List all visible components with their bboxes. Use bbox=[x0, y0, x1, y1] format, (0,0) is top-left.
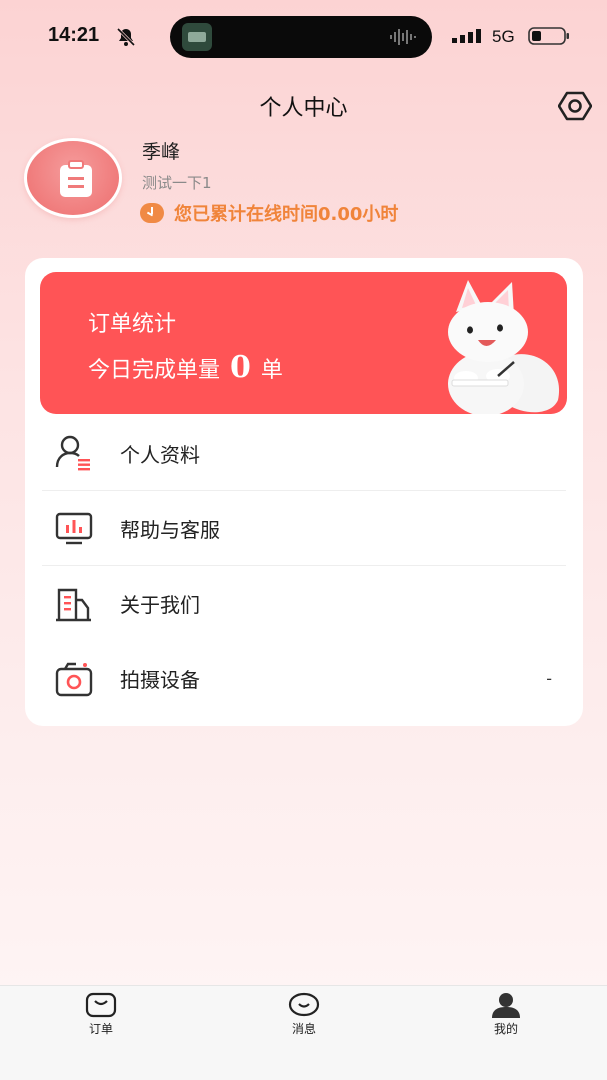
tab-label: 我的 bbox=[493, 1022, 518, 1036]
today-completed-row: 今日完成单量 0 单 bbox=[88, 350, 283, 385]
audio-wave-icon bbox=[390, 29, 416, 45]
fox-mascot-illustration bbox=[448, 280, 560, 414]
signal-icon bbox=[452, 29, 481, 43]
bottom-tab-bar: 订单 消息 我的 bbox=[0, 985, 607, 1080]
settings-icon[interactable] bbox=[558, 90, 592, 122]
tab-orders[interactable]: 订单 bbox=[61, 992, 141, 1037]
menu-item-label: 拍摄设备 bbox=[120, 668, 200, 692]
menu-item-label: 帮助与客服 bbox=[120, 517, 220, 542]
online-time-row: 您已累计在线时间0.00小时 bbox=[140, 200, 398, 226]
tab-mine[interactable]: 我的 bbox=[466, 992, 546, 1037]
user-subtitle: 测试一下1 bbox=[142, 174, 212, 192]
tab-label: 订单 bbox=[88, 1022, 113, 1036]
today-completed-count: 0 bbox=[230, 350, 251, 385]
menu-item-label: 关于我们 bbox=[120, 593, 200, 617]
tab-messages[interactable]: 消息 bbox=[264, 992, 344, 1037]
menu-item-about[interactable]: 关于我们 bbox=[42, 566, 566, 641]
bell-off-icon bbox=[116, 27, 136, 47]
today-completed-unit: 单 bbox=[260, 358, 283, 383]
order-stats-banner[interactable]: 订单统计 今日完成单量 0 单 bbox=[40, 272, 567, 414]
today-completed-label: 今日完成单量 bbox=[88, 358, 221, 383]
status-time: 14:21 bbox=[48, 24, 100, 46]
media-thumbnail bbox=[182, 23, 212, 51]
clock-icon bbox=[140, 203, 164, 223]
building-icon bbox=[56, 588, 91, 621]
menu-item-profile[interactable]: 个人资料 bbox=[42, 416, 566, 491]
user-name: 季峰 bbox=[142, 141, 181, 163]
dynamic-island[interactable] bbox=[170, 16, 432, 58]
tab-label: 消息 bbox=[291, 1022, 316, 1036]
menu-item-label: 个人资料 bbox=[120, 442, 200, 467]
network-type: 5G bbox=[492, 27, 515, 46]
main-card: 订单统计 今日完成单量 0 单 个人资料 帮助与客服 关于我们 拍摄设备 - bbox=[25, 258, 583, 726]
order-icon bbox=[85, 992, 117, 1018]
person-icon bbox=[492, 993, 520, 1018]
monitor-chart-icon bbox=[55, 512, 93, 545]
menu-item-help[interactable]: 帮助与客服 bbox=[42, 491, 566, 566]
menu-item-value: - bbox=[546, 669, 552, 688]
clipboard-icon bbox=[60, 160, 92, 197]
menu-list: 个人资料 帮助与客服 关于我们 拍摄设备 - bbox=[42, 416, 566, 716]
online-time-text: 您已累计在线时间0.00小时 bbox=[174, 204, 399, 225]
camera-icon bbox=[55, 662, 93, 696]
order-stats-title: 订单统计 bbox=[88, 312, 177, 337]
page-title: 个人中心 bbox=[259, 96, 348, 121]
message-icon bbox=[288, 992, 320, 1017]
battery-icon bbox=[528, 27, 569, 45]
user-profile-icon bbox=[55, 435, 90, 471]
avatar[interactable] bbox=[24, 138, 122, 218]
menu-item-camera-device[interactable]: 拍摄设备 - bbox=[42, 641, 566, 716]
status-bar: 14:21 5G bbox=[0, 0, 607, 72]
